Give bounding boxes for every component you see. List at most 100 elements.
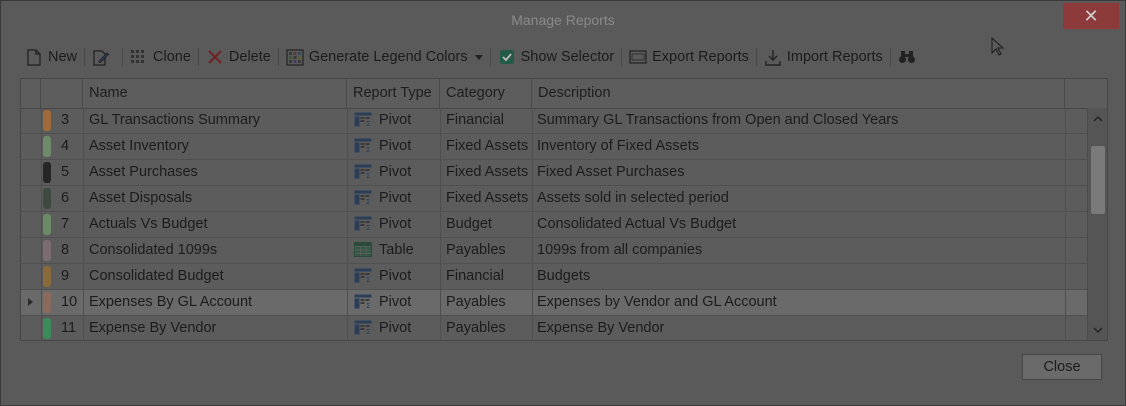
row-category[interactable]: Payables xyxy=(446,238,532,263)
column-divider xyxy=(1065,264,1066,289)
row-indicator[interactable] xyxy=(21,134,41,159)
table-row[interactable]: 11 Expense By Vendor Σ Pivot Payables Expense… xyxy=(21,316,1087,340)
row-category[interactable]: Financial xyxy=(446,108,532,133)
column-divider xyxy=(440,212,441,237)
row-indicator[interactable] xyxy=(21,264,41,289)
toolbar-separator xyxy=(755,48,757,66)
row-description[interactable]: Assets sold in selected period xyxy=(537,186,1063,211)
row-description[interactable]: Fixed Asset Purchases xyxy=(537,160,1063,185)
table-row[interactable]: 5 Asset Purchases Σ Pivot Fixed Assets Fixed … xyxy=(21,160,1087,186)
clone-button[interactable]: Clone xyxy=(126,45,195,69)
export-reports-button[interactable]: Export Reports xyxy=(625,45,753,69)
row-category[interactable]: Payables xyxy=(446,290,532,315)
edit-icon xyxy=(92,48,110,66)
row-description[interactable]: 1099s from all companies xyxy=(537,238,1063,263)
column-divider xyxy=(347,108,348,133)
column-divider xyxy=(440,108,441,133)
row-report-type-label: Pivot xyxy=(379,320,412,336)
export-icon xyxy=(629,48,647,66)
row-indicator[interactable] xyxy=(21,186,41,211)
row-report-type[interactable]: Σ Pivot xyxy=(354,212,440,237)
row-category[interactable]: Budget xyxy=(446,212,532,237)
row-report-type[interactable]: Σ Pivot xyxy=(354,290,440,315)
column-divider xyxy=(532,290,533,315)
row-report-type[interactable]: Σ Pivot xyxy=(354,316,440,340)
row-report-type[interactable]: Table xyxy=(354,238,440,263)
row-report-type-label: Pivot xyxy=(379,216,412,232)
row-indicator[interactable] xyxy=(21,290,41,315)
legend-color-swatch xyxy=(43,240,51,261)
color-grid-icon xyxy=(286,48,304,66)
column-divider xyxy=(41,316,42,340)
table-row[interactable]: 3 GL Transactions Summary Σ Pivot Financial S… xyxy=(21,108,1087,134)
row-indicator[interactable] xyxy=(21,212,41,237)
row-category[interactable]: Financial xyxy=(446,264,532,289)
toolbar-separator xyxy=(621,48,623,66)
table-row[interactable]: 7 Actuals Vs Budget Σ Pivot Budget Consolidat… xyxy=(21,212,1087,238)
row-description[interactable]: Expenses by Vendor and GL Account xyxy=(537,290,1063,315)
toolbar-separator xyxy=(84,48,86,66)
window-close-button[interactable]: ✕ xyxy=(1063,3,1119,29)
scrollbar-thumb[interactable] xyxy=(1091,146,1105,214)
table-row[interactable]: 8 Consolidated 1099s Table Payables 1099s fr… xyxy=(21,238,1087,264)
row-report-type[interactable]: Σ Pivot xyxy=(354,264,440,289)
edit-button[interactable] xyxy=(88,45,119,69)
row-name[interactable]: Expense By Vendor xyxy=(89,316,345,340)
checkbox-checked-icon xyxy=(498,48,516,66)
delete-button[interactable]: Delete xyxy=(202,45,275,69)
scroll-up-icon[interactable] xyxy=(1088,110,1107,126)
scroll-down-icon[interactable] xyxy=(1088,322,1107,338)
row-description[interactable]: Summary GL Transactions from Open and Cl… xyxy=(537,108,1063,133)
import-reports-button[interactable]: Import Reports xyxy=(760,45,887,69)
table-row[interactable]: 6 Asset Disposals Σ Pivot Fixed Assets Assets… xyxy=(21,186,1087,212)
column-divider xyxy=(83,108,84,133)
column-divider xyxy=(41,290,42,315)
row-report-type[interactable]: Σ Pivot xyxy=(354,108,440,133)
column-divider xyxy=(347,134,348,159)
row-number: 10 xyxy=(61,294,78,310)
header-description[interactable]: Description xyxy=(532,79,1065,108)
row-report-type[interactable]: Σ Pivot xyxy=(354,186,440,211)
row-report-type[interactable]: Σ Pivot xyxy=(354,160,440,185)
delete-label: Delete xyxy=(228,49,271,65)
find-button[interactable] xyxy=(894,45,925,69)
legend-color-swatch xyxy=(43,266,51,287)
close-button[interactable]: Close xyxy=(1022,354,1102,380)
pivot-icon: Σ xyxy=(354,320,379,336)
row-name[interactable]: Expenses By GL Account xyxy=(89,290,345,315)
generate-legend-colors-dropdown[interactable]: Generate Legend Colors xyxy=(282,45,487,69)
row-category[interactable]: Fixed Assets xyxy=(446,160,532,185)
row-name[interactable]: Consolidated 1099s xyxy=(89,238,345,263)
row-indicator[interactable] xyxy=(21,160,41,185)
row-category[interactable]: Payables xyxy=(446,316,532,340)
row-category[interactable]: Fixed Assets xyxy=(446,134,532,159)
table-row[interactable]: 4 Asset Inventory Σ Pivot Fixed Assets Invent… xyxy=(21,134,1087,160)
table-row[interactable]: 9 Consolidated Budget Σ Pivot Financial Budge… xyxy=(21,264,1087,290)
row-name[interactable]: GL Transactions Summary xyxy=(89,108,345,133)
row-description[interactable]: Budgets xyxy=(537,264,1063,289)
pivot-icon: Σ xyxy=(354,268,379,284)
header-category[interactable]: Category xyxy=(440,79,532,108)
row-indicator[interactable] xyxy=(21,108,41,133)
svg-text:Σ: Σ xyxy=(366,302,370,309)
column-divider xyxy=(83,264,84,289)
row-indicator[interactable] xyxy=(21,316,41,340)
new-button[interactable]: New xyxy=(21,45,81,69)
show-selector-toggle[interactable]: Show Selector xyxy=(494,45,619,69)
row-description[interactable]: Inventory of Fixed Assets xyxy=(537,134,1063,159)
row-indicator[interactable] xyxy=(21,238,41,263)
row-name[interactable]: Actuals Vs Budget xyxy=(89,212,345,237)
row-name[interactable]: Asset Inventory xyxy=(89,134,345,159)
header-report-type[interactable]: Report Type xyxy=(347,79,440,108)
table-row[interactable]: 10 Expenses By GL Account Σ Pivot Payables Ex… xyxy=(21,290,1087,316)
row-description[interactable]: Expense By Vendor xyxy=(537,316,1063,340)
row-description[interactable]: Consolidated Actual Vs Budget xyxy=(537,212,1063,237)
row-category[interactable]: Fixed Assets xyxy=(446,186,532,211)
header-name[interactable]: Name xyxy=(83,79,347,108)
row-name[interactable]: Consolidated Budget xyxy=(89,264,345,289)
row-report-type[interactable]: Σ Pivot xyxy=(354,134,440,159)
row-name[interactable]: Asset Purchases xyxy=(89,160,345,185)
row-name[interactable]: Asset Disposals xyxy=(89,186,345,211)
toolbar-separator xyxy=(122,48,124,66)
vertical-scrollbar[interactable] xyxy=(1087,108,1107,340)
